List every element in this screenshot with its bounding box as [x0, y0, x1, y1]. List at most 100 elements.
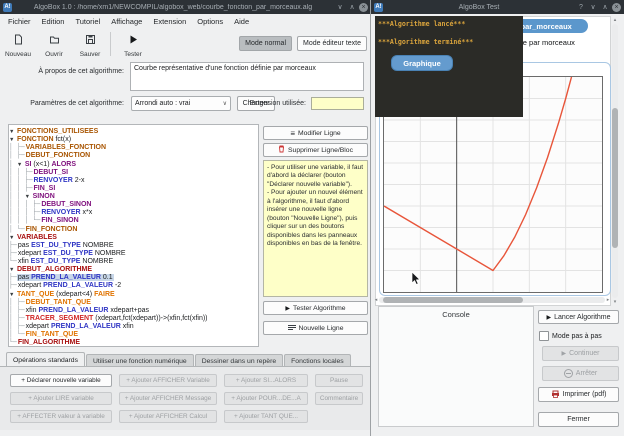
tree-row-text: xdepart EST_DU_TYPE NOMBRE: [17, 250, 127, 257]
minimize-icon[interactable]: ∨: [587, 3, 599, 11]
menu-item-edition[interactable]: Edition: [42, 17, 65, 26]
action--ajouter-tant-que-[interactable]: + Ajouter TANT QUE...: [224, 410, 308, 423]
tree-row[interactable]: │ │ │ └─FIN_SINON: [9, 216, 258, 224]
save-floppy-icon: [85, 32, 96, 50]
step-mode-checkbox[interactable]: [539, 331, 549, 341]
tree-token: DEBUT_TANT_QUE: [26, 299, 91, 306]
tree-token: 0.1: [101, 274, 113, 281]
tree-row[interactable]: │ ├─VARIABLES_FONCTION: [9, 143, 258, 151]
help-icon[interactable]: ?: [575, 4, 587, 11]
action-commentaire[interactable]: Commentaire: [315, 392, 363, 405]
tree-row[interactable]: ▼ DEBUT_ALGORITHME: [9, 265, 258, 273]
toolbar-separator: [110, 32, 111, 56]
tree-expand-icon[interactable]: ▼: [9, 235, 16, 241]
tree-row[interactable]: ▼ TANT_QUE (xdepart<4) FAIRE: [9, 290, 258, 298]
menu-item-extension[interactable]: Extension: [153, 17, 186, 26]
tree-row[interactable]: │ │ ├─DEBUT_SI: [9, 168, 258, 176]
mode-editeur-texte-button[interactable]: Mode éditeur texte: [297, 36, 367, 51]
tree-row[interactable]: ▼ VARIABLES: [9, 233, 258, 241]
hscroll-thumb[interactable]: [383, 297, 523, 303]
tree-row-text: DEBUT_ALGORITHME: [16, 266, 93, 273]
tree-row[interactable]: │ ├─xdepart PREND_LA_VALEUR xfin: [9, 322, 258, 330]
tree-token: FAIRE: [94, 291, 115, 298]
action--ajouter-lire-variable[interactable]: + Ajouter LIRE variable: [10, 392, 112, 405]
about-textbox[interactable]: Courbe représentative d'une fonction déf…: [130, 62, 364, 91]
tree-row[interactable]: │ │ ├─RENVOYER 2-x: [9, 176, 258, 184]
test-titlebar[interactable]: A! AlgoBox Test ? ∨ ∧ ×: [371, 0, 624, 14]
tree-token: RENVOYER: [33, 177, 72, 184]
main-titlebar[interactable]: A! AlgoBox 1.0 : /home/xm1/NEWCOMPIL/alg…: [0, 0, 371, 14]
vertical-scrollbar[interactable]: ▴ ▾: [611, 16, 619, 306]
horizontal-scrollbar[interactable]: ◂ ▸: [373, 296, 611, 304]
action--ajouter-afficher-message[interactable]: + Ajouter AFFICHER Message: [119, 392, 217, 405]
tree-expand-icon[interactable]: ▼: [17, 162, 24, 168]
tree-row[interactable]: ├─pas EST_DU_TYPE NOMBRE: [9, 241, 258, 249]
tree-row[interactable]: └─xfin EST_DU_TYPE NOMBRE: [9, 257, 258, 265]
tester-algorithme-button[interactable]: ▶ Tester Algorithme: [263, 301, 368, 315]
maximize-icon[interactable]: ∧: [599, 3, 611, 11]
tree-row[interactable]: │ │ ├─FIN_SI: [9, 184, 258, 192]
extension-field[interactable]: [311, 97, 364, 110]
tree-row[interactable]: │ ├─xfin PREND_LA_VALEUR xdepart+pas: [9, 306, 258, 314]
tree-row[interactable]: ▼ FONCTION fct(x): [9, 135, 258, 143]
fermer-button[interactable]: Fermer: [538, 412, 619, 427]
menu-item-affichage[interactable]: Affichage: [111, 17, 142, 26]
nouvelle-ligne-button[interactable]: Nouvelle Ligne: [263, 321, 368, 335]
tree-row[interactable]: │ │ │ ├─DEBUT_SINON: [9, 200, 258, 208]
tester-button[interactable]: Tester: [115, 30, 151, 58]
scroll-down-icon[interactable]: ▾: [611, 298, 619, 306]
tree-row[interactable]: └─FIN_ALGORITHME: [9, 338, 258, 346]
step-mode-option[interactable]: Mode pas à pas: [539, 331, 602, 341]
imprimer-pdf-button[interactable]: Imprimer (pdf): [538, 387, 619, 402]
delete-line-button[interactable]: Supprimer Ligne/Bloc: [263, 143, 368, 157]
tree-token: NOMBRE: [80, 258, 113, 265]
tree-row[interactable]: │ └─FIN_TANT_QUE: [9, 330, 258, 338]
menu-item-options[interactable]: Options: [197, 17, 223, 26]
action-pause[interactable]: Pause: [315, 374, 363, 387]
tree-row[interactable]: │ ├─DEBUT_FONCTION: [9, 151, 258, 159]
menu-item-aide[interactable]: Aide: [234, 17, 249, 26]
tree-row[interactable]: │ ├─DEBUT_TANT_QUE: [9, 298, 258, 306]
open-file-button[interactable]: Ouvrir: [36, 30, 72, 58]
action--d-clarer-nouvelle-variable[interactable]: + Déclarer nouvelle variable: [10, 374, 112, 387]
tree-row[interactable]: │ ├─TRACER_SEGMENT (xdepart,fct(xdepart)…: [9, 314, 258, 322]
tree-row-text: RENVOYER 2-x: [32, 177, 85, 184]
vscroll-thumb[interactable]: [612, 108, 618, 248]
save-button[interactable]: Sauver: [72, 30, 108, 58]
action--affecter-valeur-variable[interactable]: + AFFECTER valeur à variable: [10, 410, 112, 423]
tree-expand-icon[interactable]: ▼: [9, 129, 16, 135]
tree-row[interactable]: ├─pas PREND_LA_VALEUR 0.1: [9, 273, 258, 281]
action--ajouter-afficher-calcul[interactable]: + Ajouter AFFICHER Calcul: [119, 410, 217, 423]
algorithm-tree[interactable]: ▼ FONCTIONS_UTILISEES ▼ FONCTION fct(x) …: [8, 124, 259, 347]
tree-row[interactable]: ▼ FONCTIONS_UTILISEES: [9, 127, 258, 135]
actions-column: + Ajouter AFFICHER Variable + Ajouter AFF…: [119, 374, 217, 430]
tree-row[interactable]: │ └─FIN_FONCTION: [9, 225, 258, 233]
tree-row[interactable]: ├─xdepart PREND_LA_VALEUR -2: [9, 281, 258, 289]
tree-row[interactable]: │ │ │ ├─RENVOYER x*x: [9, 208, 258, 216]
action--ajouter-pour-de-a[interactable]: + Ajouter POUR...DE...A: [224, 392, 308, 405]
about-label: À propos de cet algorithme:: [2, 68, 124, 75]
continuer-button[interactable]: ▶ Continuer: [542, 346, 619, 361]
tree-row[interactable]: ├─xdepart EST_DU_TYPE NOMBRE: [9, 249, 258, 257]
action--ajouter-si-alors[interactable]: + Ajouter SI...ALORS: [224, 374, 308, 387]
action--ajouter-afficher-variable[interactable]: + Ajouter AFFICHER Variable: [119, 374, 217, 387]
tree-token: xdepart: [18, 282, 43, 289]
mode-normal-button[interactable]: Mode normal: [239, 36, 292, 51]
tree-row[interactable]: │ ▼ SI (x<1) ALORS: [9, 160, 258, 168]
lancer-algorithme-button[interactable]: ▶ Lancer Algorithme: [538, 310, 619, 324]
tree-token: DEBUT_FONCTION: [26, 152, 91, 159]
maximize-icon[interactable]: ∧: [346, 3, 358, 11]
arreter-button[interactable]: Arrêter: [542, 366, 619, 381]
tree-connector: │: [9, 160, 17, 168]
menu-item-tutoriel[interactable]: Tutoriel: [75, 17, 100, 26]
scroll-up-icon[interactable]: ▴: [611, 16, 619, 24]
tree-token: SINON: [33, 193, 55, 200]
tree-row[interactable]: │ │ ▼ SINON: [9, 192, 258, 200]
close-icon[interactable]: ×: [612, 3, 621, 12]
close-icon[interactable]: ×: [359, 3, 368, 12]
tree-expand-icon[interactable]: ▼: [9, 292, 16, 298]
menu-item-fichier[interactable]: Fichier: [8, 17, 31, 26]
new-file-button[interactable]: Nouveau: [0, 30, 36, 58]
modify-line-button[interactable]: ≡ Modifier Ligne: [263, 126, 368, 140]
minimize-icon[interactable]: ∨: [334, 3, 346, 11]
